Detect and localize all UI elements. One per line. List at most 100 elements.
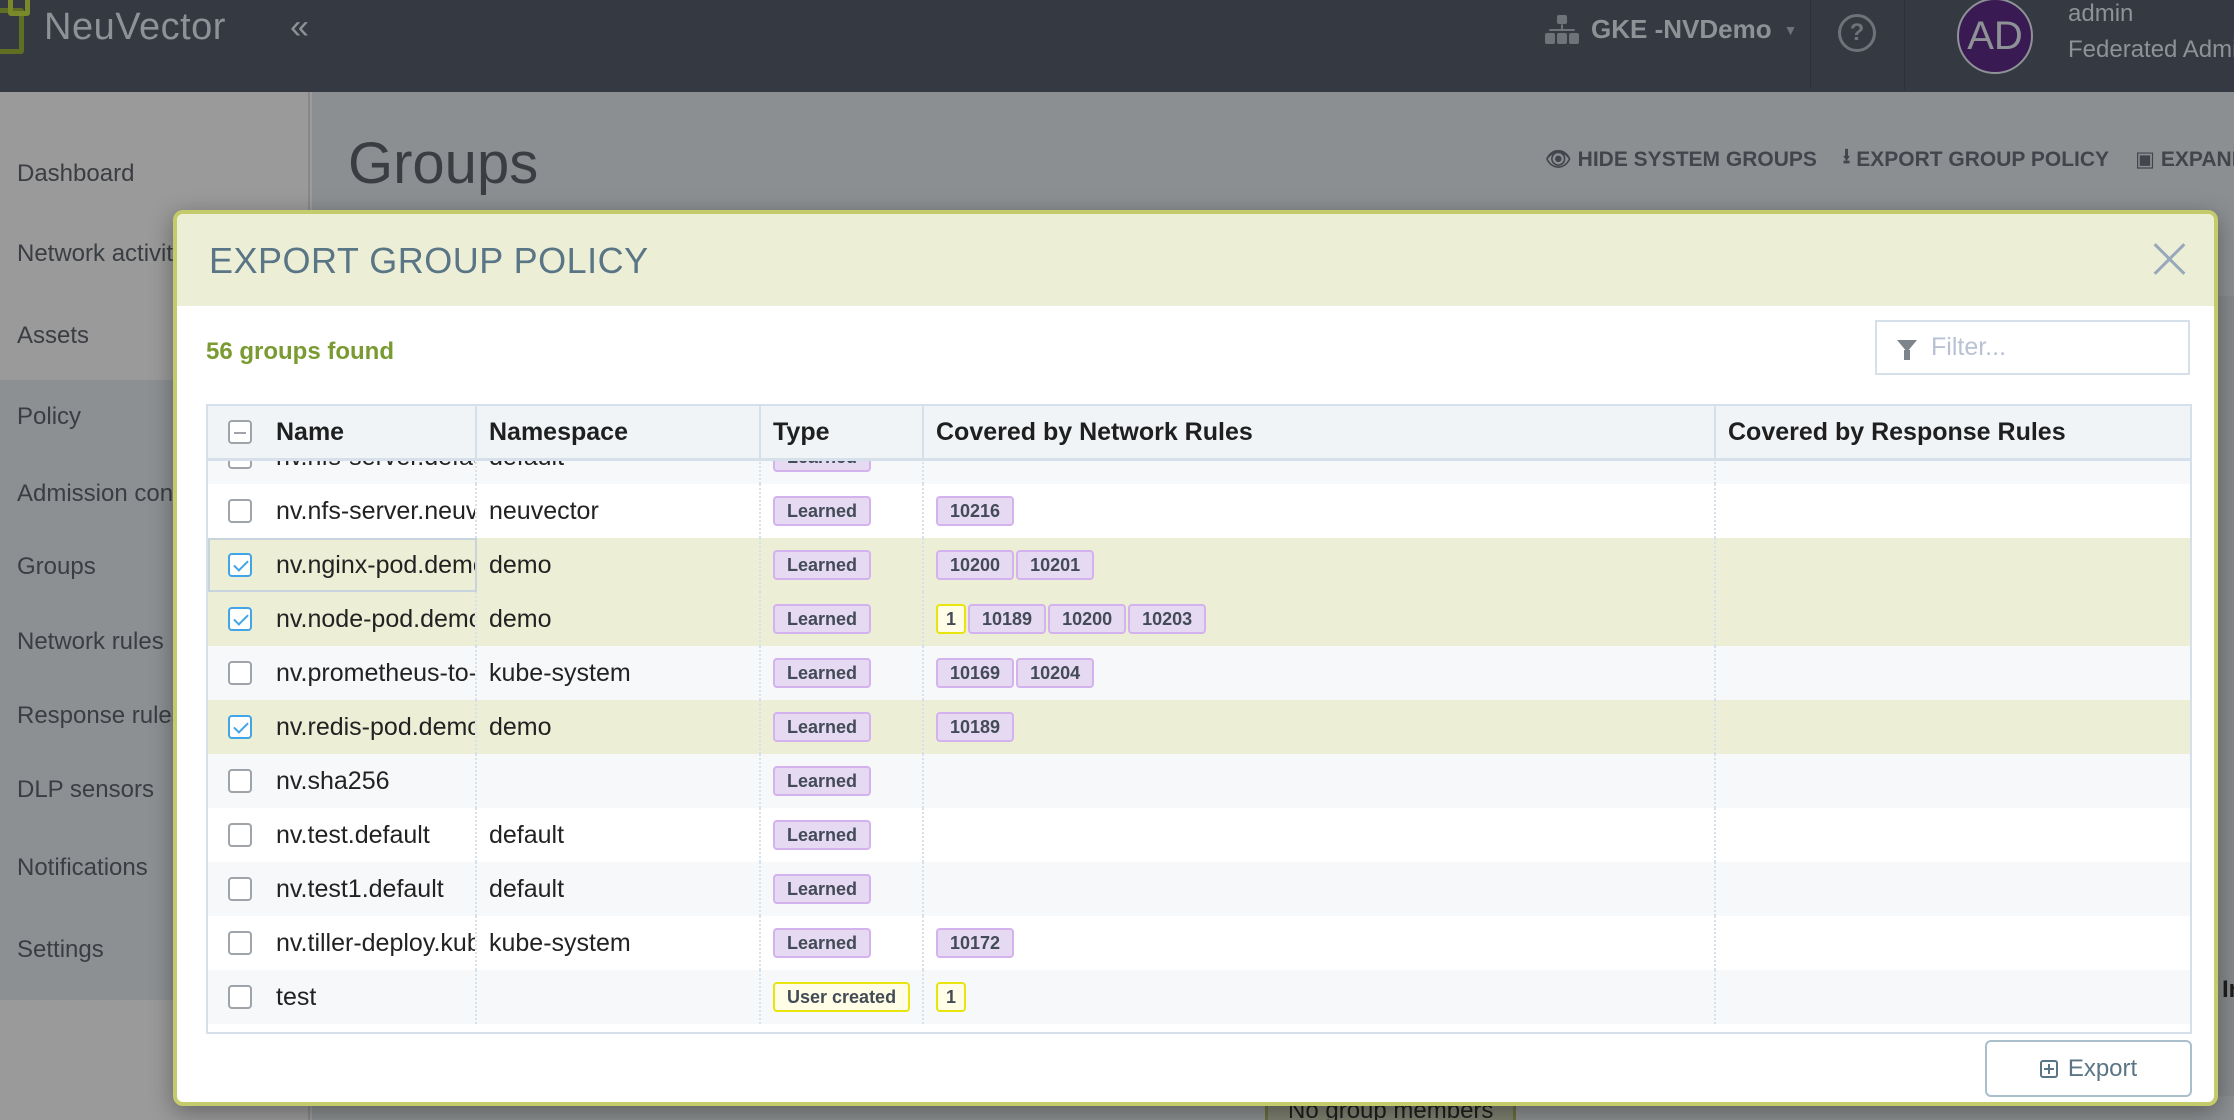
cell-response-rules	[1716, 700, 2190, 754]
cell-name: nv.redis-pod.demo	[208, 700, 477, 754]
column-header-response-rules[interactable]: Covered by Response Rules	[1716, 406, 2190, 458]
table-row[interactable]: nv.nfs-server.neuvectorneuvector Learned 1…	[208, 484, 2190, 538]
cell-namespace: neuvector	[477, 484, 761, 538]
export-button[interactable]: Export	[1985, 1040, 2192, 1097]
close-icon[interactable]	[2152, 242, 2186, 276]
network-rule-badge[interactable]: 10216	[936, 496, 1015, 526]
row-checkbox[interactable]	[228, 985, 252, 1009]
cell-name: nv.sha256	[208, 754, 477, 808]
filter-input[interactable]	[1931, 333, 2181, 362]
sidebar-item-notifications[interactable]: Notifications	[17, 854, 148, 882]
network-rule-badge[interactable]: 10189	[936, 712, 1015, 742]
cell-response-rules	[1716, 862, 2190, 916]
network-rule-badge[interactable]: 10169	[936, 658, 1015, 688]
row-checkbox[interactable]	[228, 499, 252, 523]
column-header-network-rules[interactable]: Covered by Network Rules	[924, 406, 1716, 458]
avatar[interactable]: AD	[1957, 0, 2033, 74]
cell-type: Learned	[761, 592, 924, 646]
cell-response-rules	[1716, 970, 2190, 1024]
sidebar-item-groups[interactable]: Groups	[17, 553, 96, 581]
select-all-checkbox[interactable]	[228, 420, 252, 444]
cell-namespace: demo	[477, 592, 761, 646]
brand-name: NeuVector	[44, 6, 226, 48]
table-row[interactable]: nv.test1.default default Learned	[208, 862, 2190, 916]
groups-table-body: nv.nfs-server.defaultdefaultLearnednv.nf…	[208, 430, 2190, 1024]
column-header-type[interactable]: Type	[761, 406, 924, 458]
group-name: nv.test.default	[276, 820, 430, 849]
network-rule-badge[interactable]: 10200	[936, 550, 1015, 580]
network-rule-badge[interactable]: 10203	[1128, 604, 1207, 634]
network-rule-badge[interactable]: 1	[936, 982, 967, 1012]
cell-name: nv.test.default	[208, 808, 477, 862]
export-button-label: Export	[2067, 1054, 2138, 1082]
network-rule-badge[interactable]: 10189	[968, 604, 1047, 634]
type-badge: Learned	[773, 712, 872, 742]
cluster-tree-icon	[1545, 14, 1579, 45]
groups-found-count: 56 groups found	[206, 338, 394, 365]
user-role: Federated Admin	[2068, 36, 2234, 63]
cell-namespace: demo	[477, 700, 761, 754]
hide-system-groups-button[interactable]: 👁 HIDE SYSTEM GROUPS	[1545, 142, 1817, 177]
network-rule-badge[interactable]: 10204	[1016, 658, 1095, 688]
cell-name: test	[208, 970, 477, 1024]
sidebar-item-dlp-sensors[interactable]: DLP sensors	[17, 776, 154, 804]
column-header-name[interactable]: Name	[208, 406, 477, 458]
network-rule-badge[interactable]: 10200	[1048, 604, 1127, 634]
expand-button[interactable]: ▣ EXPAND	[2135, 142, 2234, 177]
row-checkbox[interactable]	[228, 823, 252, 847]
dialog-header: EXPORT GROUP POLICY	[177, 214, 2214, 306]
column-header-label: Name	[276, 417, 345, 446]
sidebar-item-network-activity[interactable]: Network activity	[17, 240, 185, 268]
sidebar-item-network-rules[interactable]: Network rules	[17, 628, 164, 656]
cell-namespace	[477, 970, 761, 1024]
row-checkbox[interactable]	[228, 553, 252, 577]
row-checkbox[interactable]	[228, 769, 252, 793]
row-checkbox[interactable]	[228, 661, 252, 685]
cell-name: nv.nginx-pod.demo	[208, 538, 477, 592]
type-badge: Learned	[773, 658, 872, 688]
table-row[interactable]: nv.prometheus-to-sd.kube-systemkube-syst…	[208, 646, 2190, 700]
expand-label: EXPAND	[2160, 147, 2234, 171]
network-rule-badge[interactable]: 10172	[936, 928, 1015, 958]
cell-network-rules	[924, 808, 1716, 862]
groups-table: nv.nfs-server.defaultdefaultLearnednv.nf…	[206, 404, 2192, 1034]
plus-square-icon	[2039, 1059, 2058, 1078]
cell-namespace: kube-system	[477, 916, 761, 970]
group-name: nv.sha256	[276, 766, 390, 795]
table-row[interactable]: nv.redis-pod.demo demo Learned 10189	[208, 700, 2190, 754]
cell-namespace: kube-system	[477, 646, 761, 700]
sidebar-item-policy[interactable]: Policy	[17, 403, 81, 431]
filter-input-box[interactable]	[1875, 320, 2190, 375]
sidebar-item-assets[interactable]: Assets	[17, 322, 89, 350]
table-row[interactable]: nv.tiller-deploy.kube-systemkube-system L…	[208, 916, 2190, 970]
sidebar-item-settings[interactable]: Settings	[17, 936, 104, 964]
table-row[interactable]: nv.sha256 Learned	[208, 754, 2190, 808]
sidebar-item-dashboard[interactable]: Dashboard	[17, 160, 134, 188]
cell-response-rules	[1716, 484, 2190, 538]
column-header-namespace[interactable]: Namespace	[477, 406, 761, 458]
cell-network-rules	[924, 862, 1716, 916]
cell-response-rules	[1716, 592, 2190, 646]
cell-type: User created	[761, 970, 924, 1024]
double-chevron-left-icon[interactable]: «	[290, 8, 309, 47]
type-badge: Learned	[773, 820, 872, 850]
row-checkbox[interactable]	[228, 931, 252, 955]
cluster-selector[interactable]: GKE -NVDemo ▼	[1545, 14, 1797, 45]
row-checkbox[interactable]	[228, 715, 252, 739]
user-name: admin	[2068, 0, 2134, 27]
table-row[interactable]: nv.node-pod.demo demo Learned 1 10189 10200 10…	[208, 592, 2190, 646]
cell-network-rules: 10189	[924, 700, 1716, 754]
row-checkbox[interactable]	[228, 607, 252, 631]
question-circle-icon[interactable]: ?	[1838, 14, 1876, 52]
table-row[interactable]: nv.nginx-pod.demo demo Learned 10200 10201	[208, 538, 2190, 592]
network-rule-badge[interactable]: 1	[936, 604, 967, 634]
cell-namespace: default	[477, 808, 761, 862]
export-group-policy-button[interactable]: ⭳ EXPORT GROUP POLICY	[1843, 142, 2109, 177]
table-row[interactable]: test User created 1	[208, 970, 2190, 1024]
cell-namespace: default	[477, 862, 761, 916]
row-checkbox[interactable]	[228, 877, 252, 901]
table-row[interactable]: nv.test.default default Learned	[208, 808, 2190, 862]
cell-response-rules	[1716, 646, 2190, 700]
network-rule-badge[interactable]: 10201	[1016, 550, 1095, 580]
sidebar-item-response-rules[interactable]: Response rules	[17, 702, 184, 730]
